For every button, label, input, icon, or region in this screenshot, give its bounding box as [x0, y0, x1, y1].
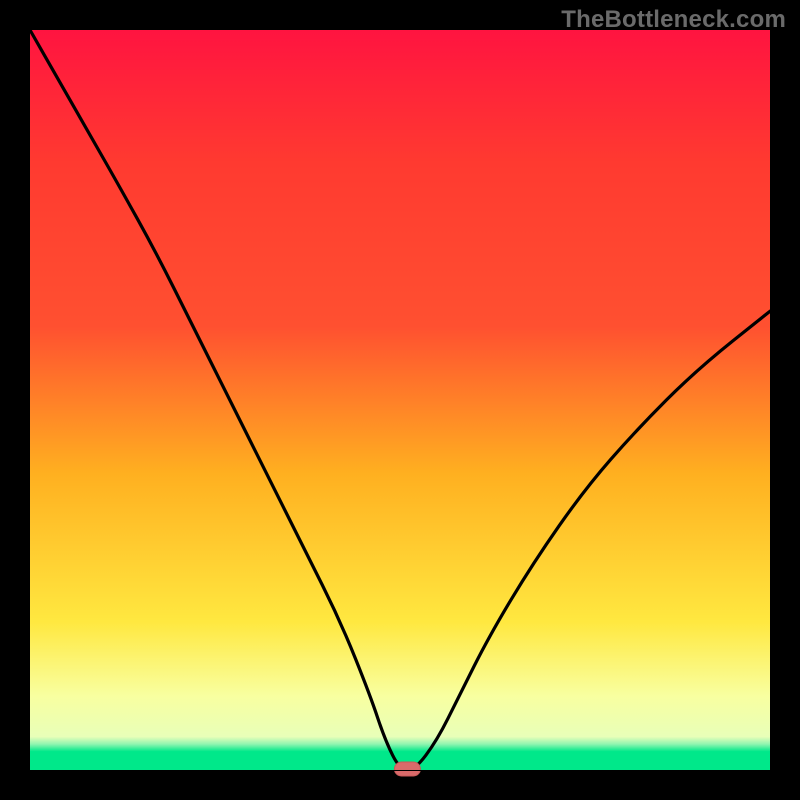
bottleneck-chart	[0, 0, 800, 800]
watermark: TheBottleneck.com	[561, 6, 786, 34]
optimal-point-marker	[394, 762, 420, 776]
chart-frame: TheBottleneck.com	[0, 0, 800, 800]
